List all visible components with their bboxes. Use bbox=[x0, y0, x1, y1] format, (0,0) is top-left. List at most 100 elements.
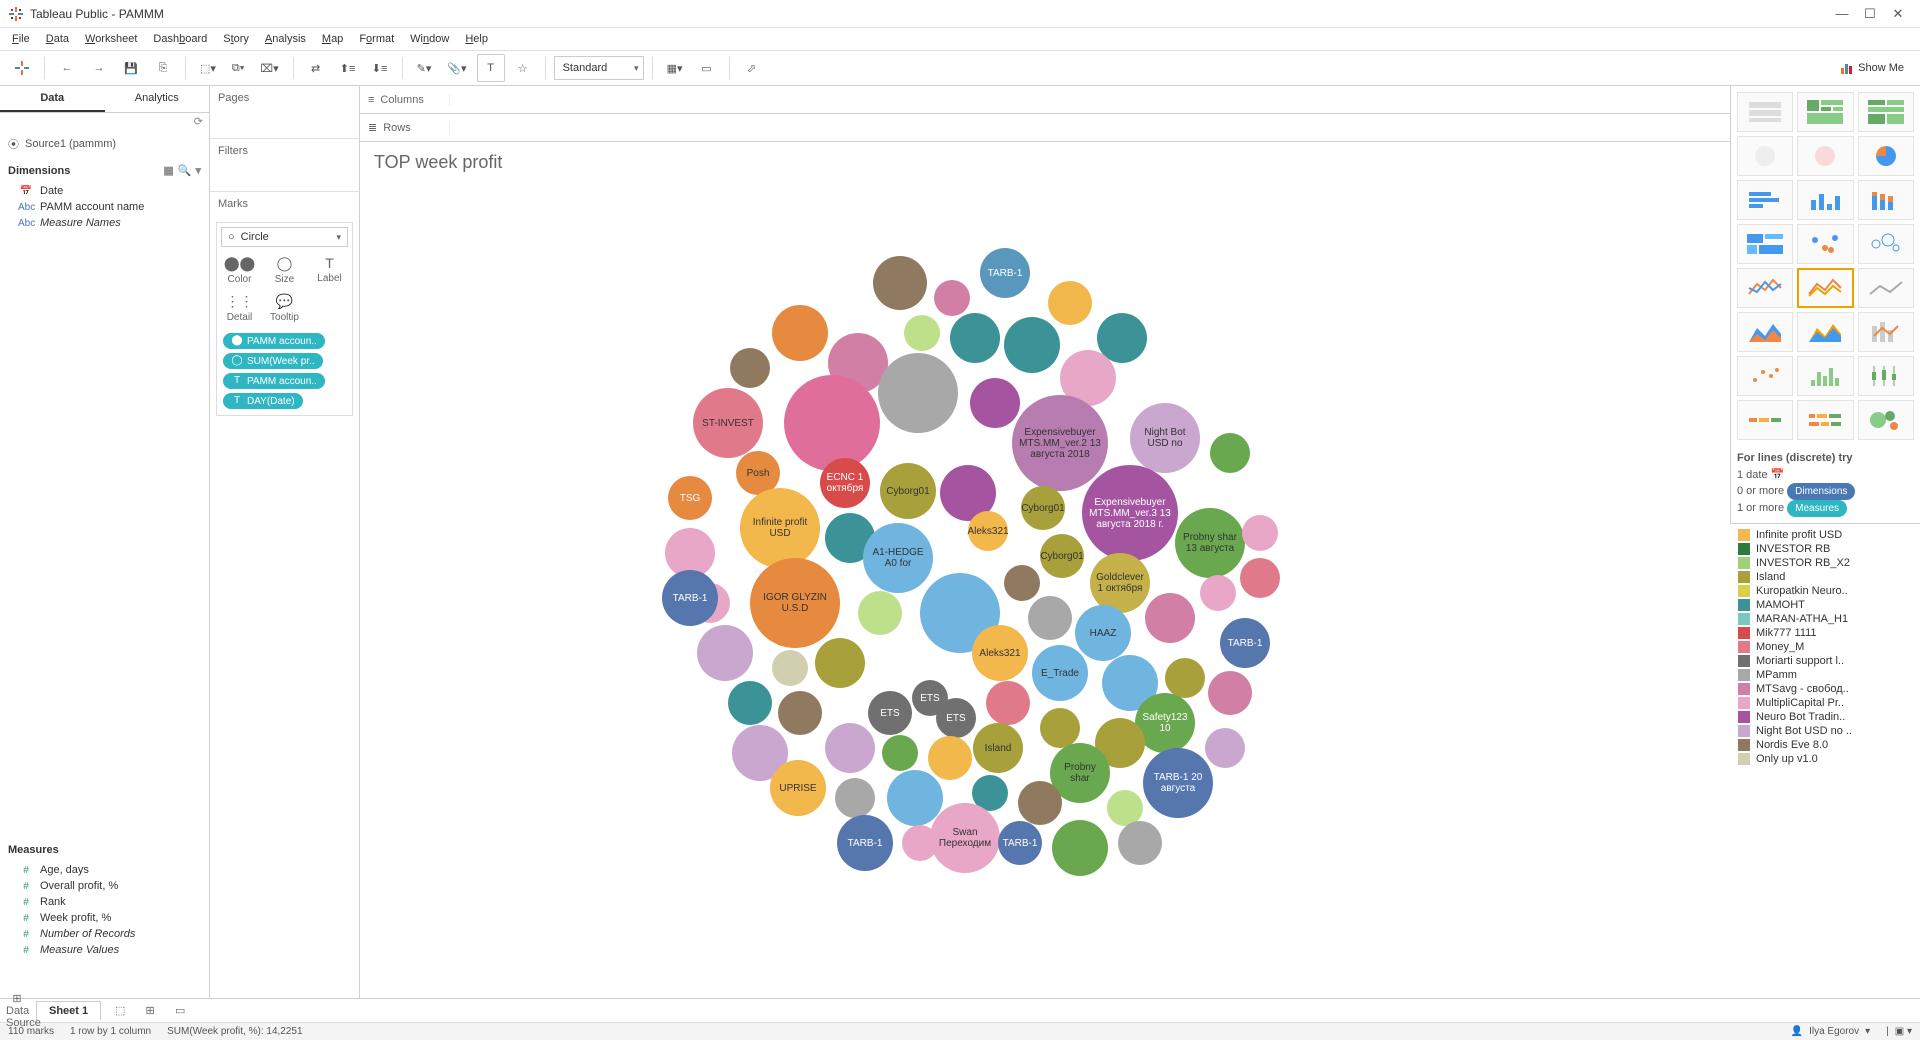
menu-format[interactable]: Format bbox=[353, 31, 400, 47]
legend-item[interactable]: Mik777 1111 bbox=[1730, 626, 1920, 640]
measure-field[interactable]: #Age, days bbox=[0, 862, 209, 878]
marks-size[interactable]: ◯Size bbox=[262, 251, 307, 289]
bubble[interactable] bbox=[1165, 658, 1205, 698]
showme-chart-type[interactable] bbox=[1797, 136, 1853, 176]
dimension-field[interactable]: AbcMeasure Names bbox=[0, 215, 209, 231]
tableau-icon[interactable] bbox=[8, 54, 36, 82]
menu-analysis[interactable]: Analysis bbox=[259, 31, 312, 47]
bubble[interactable]: ETS bbox=[868, 691, 912, 735]
showme-chart-type[interactable] bbox=[1797, 180, 1853, 220]
measure-field[interactable]: #Overall profit, % bbox=[0, 878, 209, 894]
showme-chart-type[interactable] bbox=[1858, 268, 1914, 308]
bubble[interactable]: ETS bbox=[936, 698, 976, 738]
sort-desc-button[interactable]: ⬇≡ bbox=[366, 54, 394, 82]
bubble[interactable]: Goldclever 1 октября bbox=[1090, 553, 1150, 613]
menu-icon[interactable]: ▾ bbox=[195, 164, 201, 177]
fit-dropdown[interactable]: Standard bbox=[554, 56, 644, 80]
measure-field[interactable]: #Measure Values bbox=[0, 942, 209, 958]
marks-label[interactable]: TLabel bbox=[307, 251, 352, 289]
bubble[interactable] bbox=[1052, 820, 1108, 876]
bubble[interactable]: Expensivebuyer MTS.MM_ver.2 13 августа 2… bbox=[1012, 395, 1108, 491]
bubble[interactable] bbox=[882, 735, 918, 771]
bubble[interactable] bbox=[858, 591, 902, 635]
bubble[interactable] bbox=[1040, 708, 1080, 748]
showme-chart-type[interactable] bbox=[1797, 92, 1853, 132]
legend-item[interactable]: INVESTOR RB_X2 bbox=[1730, 556, 1920, 570]
menu-story[interactable]: Story bbox=[217, 31, 255, 47]
marks-detail[interactable]: ⋮⋮Detail bbox=[217, 289, 262, 327]
chart-area[interactable]: TARB-1 ST-INVEST Expensivebuyer MTS.MM_ver… bbox=[360, 183, 1730, 998]
bubble[interactable]: TARB-1 bbox=[662, 570, 718, 626]
user-name[interactable]: Ilya Egorov bbox=[1809, 1026, 1859, 1037]
bubble[interactable]: Infinite profit USD bbox=[740, 488, 820, 568]
bubble[interactable]: Cyborg01 bbox=[880, 463, 936, 519]
pages-shelf[interactable]: Pages bbox=[210, 86, 359, 139]
new-worksheet-button[interactable]: ⬚▾ bbox=[194, 54, 222, 82]
labels-button[interactable]: T bbox=[477, 54, 505, 82]
bubble[interactable]: Aleks321 bbox=[968, 511, 1008, 551]
undo-button[interactable]: ← bbox=[53, 54, 81, 82]
bubble[interactable] bbox=[784, 375, 880, 471]
showme-chart-type[interactable] bbox=[1797, 224, 1853, 264]
bubble[interactable]: TARB-1 20 августа bbox=[1143, 748, 1213, 818]
connect-icon[interactable]: ⟳ bbox=[0, 113, 209, 130]
bubble[interactable] bbox=[1242, 515, 1278, 551]
bubble[interactable] bbox=[1018, 781, 1062, 825]
legend-item[interactable]: Kuropatkin Neuro.. bbox=[1730, 584, 1920, 598]
showme-chart-type[interactable] bbox=[1858, 224, 1914, 264]
redo-button[interactable]: → bbox=[85, 54, 113, 82]
sheet-tab[interactable]: Sheet 1 bbox=[36, 1001, 101, 1020]
showme-chart-type[interactable] bbox=[1858, 356, 1914, 396]
new-worksheet-icon[interactable]: ⬚ bbox=[109, 1004, 131, 1017]
mark-pill[interactable]: TDAY(Date) bbox=[223, 393, 303, 409]
legend-item[interactable]: INVESTOR RB bbox=[1730, 542, 1920, 556]
bubble[interactable]: Aleks321 bbox=[972, 625, 1028, 681]
bubble[interactable] bbox=[772, 650, 808, 686]
marks-tooltip[interactable]: 💬Tooltip bbox=[262, 289, 307, 327]
maximize-button[interactable]: ☐ bbox=[1856, 6, 1884, 22]
bubble[interactable] bbox=[825, 723, 875, 773]
legend-item[interactable]: MTSavg - свобод.. bbox=[1730, 682, 1920, 696]
sort-asc-button[interactable]: ⬆≡ bbox=[334, 54, 362, 82]
showme-chart-type[interactable] bbox=[1797, 356, 1853, 396]
legend-item[interactable]: Only up v1.0 bbox=[1730, 752, 1920, 766]
bubble[interactable] bbox=[778, 691, 822, 735]
menu-dashboard[interactable]: Dashboard bbox=[147, 31, 213, 47]
close-button[interactable]: ✕ bbox=[1884, 6, 1912, 22]
new-dashboard-icon[interactable]: ⊞ bbox=[139, 1004, 161, 1017]
bubble[interactable] bbox=[1028, 596, 1072, 640]
bubble[interactable] bbox=[873, 256, 927, 310]
mark-pill[interactable]: TPAMM accoun.. bbox=[223, 373, 325, 389]
menu-data[interactable]: Data bbox=[40, 31, 75, 47]
showme-toggle[interactable]: Show Me bbox=[1832, 61, 1912, 75]
bubble[interactable]: TARB-1 bbox=[998, 821, 1042, 865]
showme-chart-type[interactable] bbox=[1737, 136, 1793, 176]
measure-field[interactable]: #Number of Records bbox=[0, 926, 209, 942]
dimension-field[interactable]: 📅Date bbox=[0, 183, 209, 199]
showme-chart-type[interactable] bbox=[1797, 400, 1853, 440]
bubble[interactable]: ECNC 1 октября bbox=[820, 458, 870, 508]
bubble[interactable] bbox=[1205, 728, 1245, 768]
bubble[interactable]: Cyborg01 bbox=[1040, 534, 1084, 578]
legend-item[interactable]: Neuro Bot Tradin.. bbox=[1730, 710, 1920, 724]
legend-item[interactable]: Money_M bbox=[1730, 640, 1920, 654]
legend-item[interactable]: Moriarti support l.. bbox=[1730, 654, 1920, 668]
bubble[interactable] bbox=[772, 305, 828, 361]
measure-field[interactable]: #Week profit, % bbox=[0, 910, 209, 926]
tab-analytics[interactable]: Analytics bbox=[105, 86, 210, 112]
bubble[interactable] bbox=[902, 825, 938, 861]
bubble[interactable] bbox=[928, 736, 972, 780]
bubble[interactable]: TSG bbox=[668, 476, 712, 520]
presentation-button[interactable]: ▭ bbox=[693, 54, 721, 82]
legend-item[interactable]: Night Bot USD no .. bbox=[1730, 724, 1920, 738]
bubble[interactable]: TARB-1 bbox=[980, 248, 1030, 298]
swap-button[interactable]: ⇄ bbox=[302, 54, 330, 82]
showme-chart-type[interactable] bbox=[1737, 224, 1793, 264]
mark-pill[interactable]: ⬤PAMM accoun.. bbox=[223, 333, 325, 349]
marks-color[interactable]: ⬤⬤Color bbox=[217, 251, 262, 289]
bubble[interactable]: UPRISE bbox=[770, 760, 826, 816]
showme-chart-type[interactable] bbox=[1737, 400, 1793, 440]
bubble[interactable]: HAAZ bbox=[1075, 605, 1131, 661]
bubble[interactable]: E_Trade bbox=[1032, 645, 1088, 701]
bubble[interactable]: ST-INVEST bbox=[693, 388, 763, 458]
